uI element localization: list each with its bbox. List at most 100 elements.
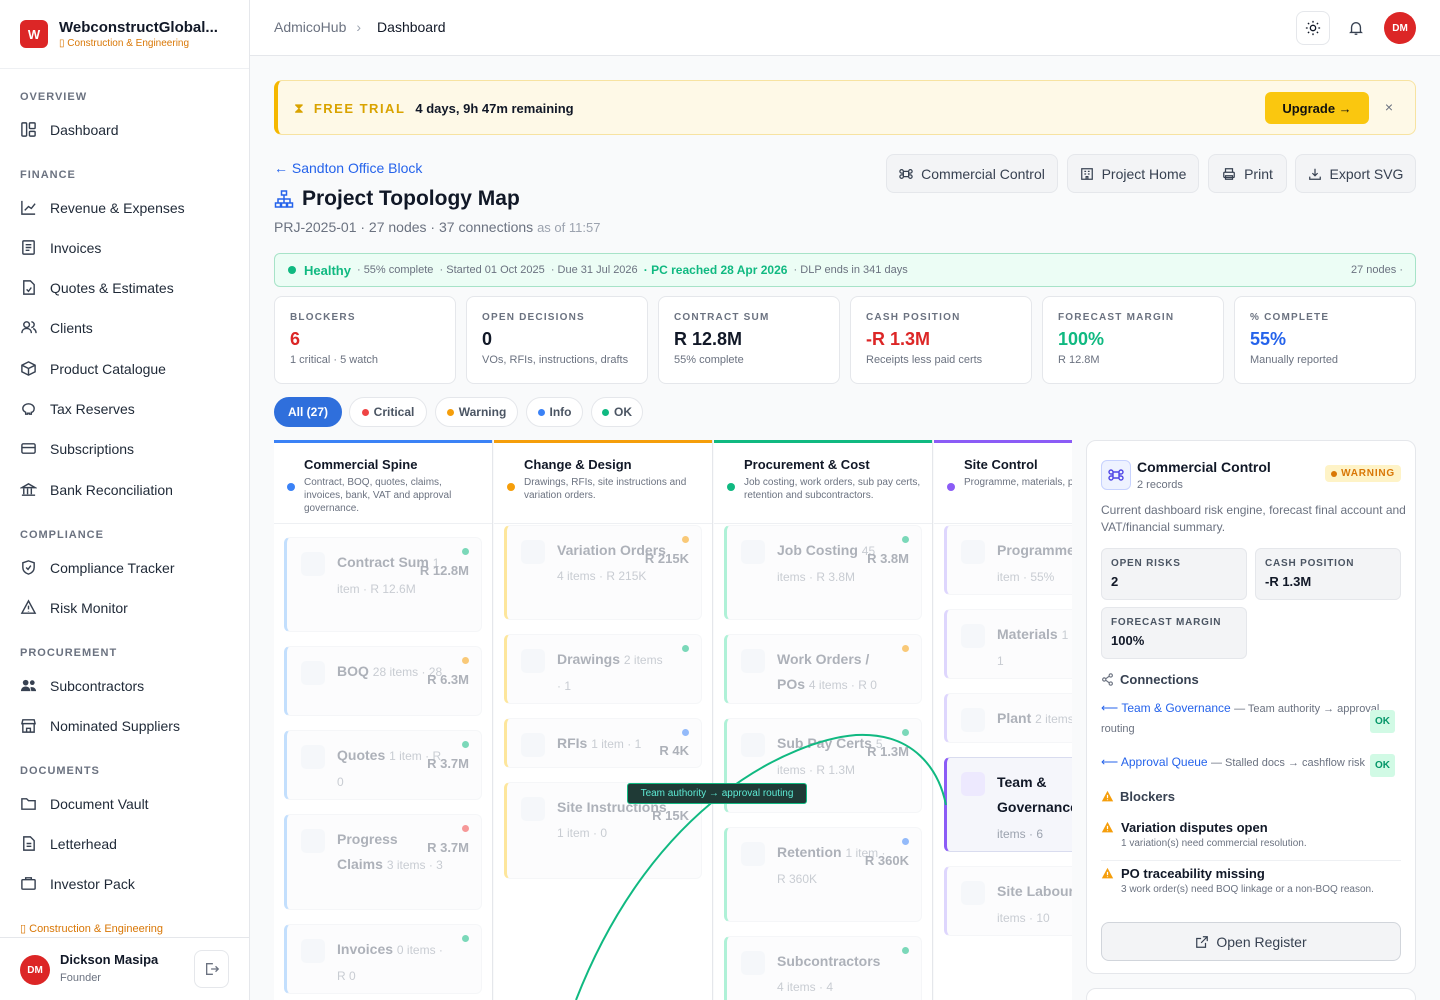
- brand-logo: W: [20, 20, 48, 48]
- breadcrumb: AdmicoHub › Dashboard: [274, 19, 446, 35]
- command-icon: [899, 168, 913, 179]
- nav-item-product-catalogue[interactable]: Product Catalogue: [20, 360, 166, 377]
- nav-item-compliance-tracker[interactable]: Compliance Tracker: [20, 559, 175, 576]
- info-dot: [537, 408, 545, 416]
- arrow-left-icon: ⟵: [1101, 755, 1119, 769]
- panel-description: Current dashboard risk engine, forecast …: [1101, 503, 1406, 534]
- blocker-variation-disputes[interactable]: Variation disputes open 1 variation(s) n…: [1101, 820, 1407, 850]
- nav-item-risk-monitor[interactable]: Risk Monitor: [20, 599, 128, 616]
- project-home-button[interactable]: Project Home: [1067, 154, 1199, 193]
- panel-records: 2 records: [1137, 479, 1183, 491]
- nav-section-overview: OVERVIEW: [20, 91, 88, 103]
- filter-all[interactable]: All (27): [274, 397, 342, 427]
- brand-subtitle: ▯ Construction & Engineering: [59, 38, 190, 49]
- timestamp: as of 11:57: [537, 220, 601, 235]
- health-dot: [288, 266, 296, 274]
- panel-title: Commercial Control: [1137, 459, 1271, 475]
- open-register-button[interactable]: Open Register: [1101, 922, 1401, 961]
- user-avatar[interactable]: DM: [20, 955, 50, 985]
- theme-toggle-button[interactable]: [1296, 11, 1330, 45]
- briefcase-icon: [21, 877, 36, 890]
- back-link[interactable]: ← Sandton Office Block: [274, 160, 422, 176]
- notifications-button[interactable]: [1339, 11, 1373, 45]
- connection-edge[interactable]: [274, 440, 1072, 1000]
- health-status: Healthy: [304, 262, 351, 278]
- piggy-icon: [22, 403, 35, 415]
- kpi-cash-position[interactable]: CASH POSITION -R 1.3M Receipts less paid…: [850, 296, 1032, 384]
- connection-approval-queue[interactable]: ⟵ Approval Queue — Stalled docs → cashfl…: [1101, 753, 1407, 777]
- brand[interactable]: W WebconstructGlobal... ▯ Construction &…: [0, 0, 249, 69]
- edge-tooltip: Team authority → approval routing: [627, 783, 807, 804]
- blockers-heading: Blockers: [1101, 789, 1175, 804]
- nav-item-letterhead[interactable]: Letterhead: [20, 835, 117, 852]
- nav-item-investor-pack[interactable]: Investor Pack: [20, 875, 135, 892]
- free-trial-banner: ⧗ FREE TRIAL 4 days, 9h 47m remaining Up…: [274, 80, 1416, 135]
- arrow-left-icon: ⟵: [1101, 701, 1119, 715]
- invoice-icon: [22, 240, 35, 255]
- kpi-contract-sum[interactable]: CONTRACT SUM R 12.8M 55% complete: [658, 296, 840, 384]
- upgrade-button[interactable]: Upgrade →: [1265, 92, 1369, 124]
- filter-warning[interactable]: Warning: [435, 397, 518, 427]
- blocker-po-traceability[interactable]: PO traceability missing 3 work order(s) …: [1101, 866, 1407, 896]
- filter-ok[interactable]: OK: [591, 397, 643, 427]
- project-status-strip: Healthy · 55% complete · Started 01 Oct …: [274, 253, 1416, 287]
- nav-item-clients[interactable]: Clients: [20, 319, 93, 336]
- nav-item-subscriptions[interactable]: Subscriptions: [20, 440, 134, 457]
- nav-item-revenue-expenses[interactable]: Revenue & Expenses: [20, 199, 185, 216]
- hourglass-icon: ⧗: [294, 100, 304, 116]
- command-icon: [1101, 460, 1131, 490]
- kpi-forecast-margin[interactable]: FORECAST MARGIN 100% R 12.8M: [1042, 296, 1224, 384]
- sun-icon: [1305, 20, 1321, 36]
- building-icon: ▯: [59, 38, 65, 49]
- logout-button[interactable]: [194, 950, 229, 988]
- node-count: 27 nodes ·: [1351, 264, 1403, 276]
- warning-dot: [446, 408, 454, 416]
- warning-icon: [1101, 790, 1114, 802]
- stat-open-risks: OPEN RISKS 2: [1101, 548, 1247, 600]
- bank-icon: [20, 483, 37, 496]
- shield-icon: [22, 560, 35, 575]
- page-title: Project Topology Map: [274, 187, 520, 211]
- print-button[interactable]: Print: [1208, 154, 1287, 193]
- close-icon[interactable]: ×: [1385, 99, 1393, 115]
- pc-reached: · PC reached 28 Apr 2026: [643, 263, 788, 277]
- filter-critical[interactable]: Critical: [349, 397, 427, 427]
- stat-forecast-margin: FORECAST MARGIN 100%: [1101, 607, 1247, 659]
- nav-item-subcontractors[interactable]: Subcontractors: [20, 677, 144, 694]
- printer-icon: [1223, 167, 1235, 180]
- commercial-control-button[interactable]: Commercial Control: [886, 154, 1058, 193]
- users-icon: [21, 321, 37, 334]
- connection-team-governance[interactable]: ⟵ Team & Governance — Team authority → a…: [1101, 699, 1407, 739]
- nav-item-invoices[interactable]: Invoices: [20, 239, 101, 256]
- trial-remaining: 4 days, 9h 47m remaining: [415, 101, 574, 116]
- nav-item-bank-reconciliation[interactable]: Bank Reconciliation: [20, 481, 173, 498]
- trial-label: FREE TRIAL: [313, 101, 406, 116]
- trend-icon: [21, 200, 36, 215]
- breadcrumb-root[interactable]: AdmicoHub: [274, 19, 346, 35]
- nav-item-dashboard[interactable]: Dashboard: [20, 121, 119, 138]
- card-icon: [21, 443, 36, 454]
- user-name: Dickson Masipa: [60, 952, 159, 967]
- nav-item-nominated-suppliers[interactable]: Nominated Suppliers: [20, 717, 180, 734]
- download-icon: [1308, 168, 1321, 180]
- ok-dot: [602, 408, 609, 416]
- nav-item-quotes-estimates[interactable]: Quotes & Estimates: [20, 279, 174, 296]
- kpi-blockers[interactable]: BLOCKERS 6 1 critical · 5 watch: [274, 296, 456, 384]
- nav-item-tax-reserves[interactable]: Tax Reserves: [20, 400, 135, 417]
- kpi-percent-complete[interactable]: % COMPLETE 55% Manually reported: [1234, 296, 1416, 384]
- nav-item-document-vault[interactable]: Document Vault: [20, 795, 149, 812]
- nav-section-finance: FINANCE: [20, 169, 76, 181]
- project-meta: PRJ-2025-01 · 27 nodes · 37 connections …: [274, 219, 601, 235]
- topology-board[interactable]: Commercial Spine Contract, BOQ, quotes, …: [274, 440, 1072, 1000]
- nav-section-documents: DOCUMENTS: [20, 765, 100, 777]
- export-svg-button[interactable]: Export SVG: [1295, 154, 1416, 193]
- sidebar: W WebconstructGlobal... ▯ Construction &…: [0, 0, 250, 1000]
- filter-info[interactable]: Info: [526, 397, 583, 427]
- user-role: Founder: [60, 972, 101, 984]
- layout-icon: [21, 122, 36, 137]
- doc-icon: [23, 836, 35, 851]
- detail-panel: Commercial Control 2 records WARNING Cur…: [1086, 440, 1416, 974]
- kpi-open-decisions[interactable]: OPEN DECISIONS 0 VOs, RFIs, instructions…: [466, 296, 648, 384]
- profile-avatar[interactable]: DM: [1384, 12, 1416, 44]
- stat-cash-position: CASH POSITION -R 1.3M: [1255, 548, 1401, 600]
